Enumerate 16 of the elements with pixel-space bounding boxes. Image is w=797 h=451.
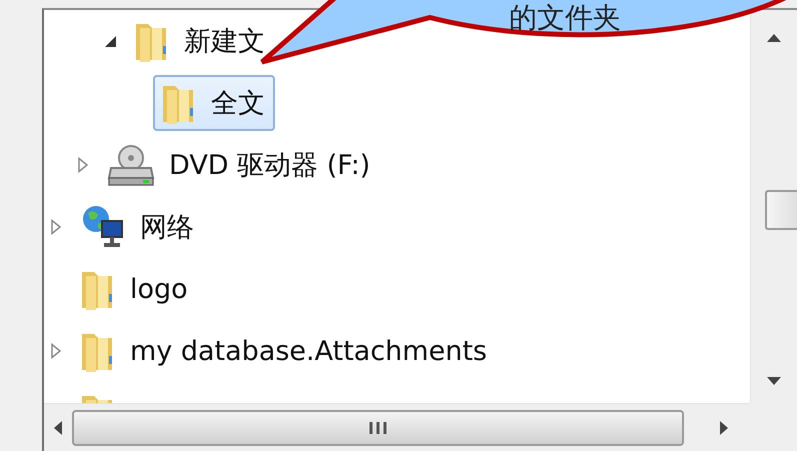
network-globe-icon bbox=[80, 205, 126, 249]
tree-item[interactable]: my database.Attachments bbox=[72, 323, 497, 379]
tree-item[interactable]: 网络 bbox=[72, 199, 204, 255]
grip-icon bbox=[368, 420, 388, 434]
tree-item[interactable]: 新建文 bbox=[126, 13, 275, 69]
tree-item[interactable]: logo bbox=[72, 261, 198, 317]
tree-item[interactable]: 全文 bbox=[153, 75, 275, 131]
callout-text: 的文件夹 bbox=[509, 1, 621, 34]
scrollbar-thumb[interactable] bbox=[765, 190, 797, 230]
up-triangle-icon bbox=[767, 34, 781, 42]
right-triangle-icon bbox=[720, 420, 728, 434]
left-triangle-icon bbox=[54, 420, 62, 434]
scrollbar-thumb[interactable] bbox=[72, 410, 684, 446]
disc-drive-icon bbox=[107, 144, 155, 186]
tree-item[interactable]: DVD 驱动器 (F:) bbox=[99, 137, 380, 193]
down-triangle-icon bbox=[767, 377, 781, 385]
